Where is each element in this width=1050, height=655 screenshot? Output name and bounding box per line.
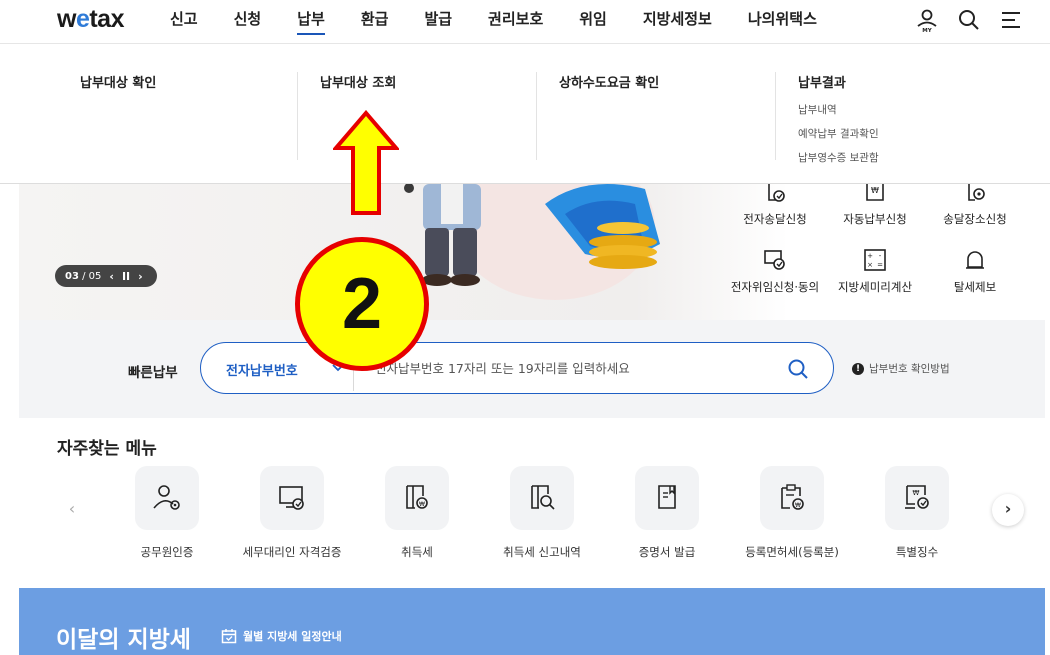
quick-tax-calculator[interactable]: + - × = 지방세미리계산 — [825, 248, 925, 295]
annotation-up-arrow — [333, 110, 399, 215]
submenu-column-3: 상하수도요금 확인 — [559, 72, 776, 160]
submenu-payment-target-check[interactable]: 납부대상 확인 — [80, 72, 297, 91]
my-user-icon[interactable]: MY — [914, 7, 940, 34]
menu-delegation[interactable]: 위임 — [579, 0, 607, 44]
carousel-next-button[interactable]: › — [992, 494, 1024, 526]
menu-report[interactable]: 신고 — [170, 0, 198, 44]
menu-refund[interactable]: 환급 — [361, 0, 389, 44]
payment-number-input[interactable] — [375, 355, 775, 381]
quick-delivery-place[interactable]: 송달장소신청 — [925, 180, 1025, 227]
menu-rights-protection[interactable]: 권리보호 — [488, 0, 543, 44]
submenu-column-1: 납부대상 확인 — [80, 72, 298, 160]
frequent-menu-title: 자주찾는 메뉴 — [57, 439, 157, 459]
carousel-prev-button[interactable]: ‹ — [56, 494, 88, 526]
svg-text:-: - — [879, 252, 882, 260]
svg-text:₩: ₩ — [795, 502, 801, 509]
submenu-payment-target-lookup[interactable]: 납부대상 조회 — [320, 72, 536, 91]
submenu-scheduled-payment-result[interactable]: 예약납부 결과확인 — [798, 126, 998, 141]
quick-tax-evasion-report[interactable]: 탈세제보 — [925, 248, 1025, 295]
acquisition-report-icon — [531, 485, 555, 510]
menu-my-wetax[interactable]: 나의위택스 — [748, 0, 817, 44]
slide-prev-button[interactable]: ‹ — [109, 270, 114, 283]
annotation-step-badge: 2 — [295, 237, 429, 371]
fav-acquisition-report-history[interactable]: 취득세 신고내역 — [477, 466, 607, 560]
svg-text:₩: ₩ — [419, 501, 425, 508]
calculator-icon: + -× = — [864, 249, 886, 271]
menu-payment[interactable]: 납부 — [297, 0, 325, 44]
slide-pause-button[interactable]: II — [122, 270, 130, 283]
quick-e-delivery[interactable]: 전자송달신청 — [725, 180, 825, 227]
svg-text:×: × — [867, 261, 873, 269]
bell-icon — [966, 251, 984, 269]
fav-certificate-issue[interactable]: 증명서 발급 — [602, 466, 732, 560]
main-menu: 신고 신청 납부 환급 발급 권리보호 위임 지방세정보 나의위택스 — [170, 0, 853, 44]
certificate-icon — [658, 485, 676, 509]
tax-agent-verify-icon — [279, 486, 304, 510]
calendar-icon — [221, 629, 237, 644]
svg-text:=: = — [877, 261, 883, 269]
svg-text:₩: ₩ — [913, 489, 920, 497]
menu-issue[interactable]: 발급 — [424, 0, 452, 44]
submenu-payment-result[interactable]: 납부결과 — [798, 72, 998, 91]
slide-next-button[interactable]: › — [138, 270, 143, 283]
official-cert-icon — [153, 485, 180, 510]
fav-registration-license-tax[interactable]: ₩ 등록면허세(등록분) — [727, 466, 857, 560]
hero-illustration — [404, 184, 660, 286]
submenu-column-4: 납부결과 납부내역 예약납부 결과확인 납부영수증 보관함 — [798, 72, 998, 164]
submenu-receipt-storage[interactable]: 납부영수증 보관함 — [798, 150, 998, 165]
fav-tax-agent-verify[interactable]: 세무대리인 자격검증 — [227, 466, 357, 560]
svg-text:+: + — [867, 252, 873, 260]
quick-auto-pay[interactable]: ₩ 자동납부신청 — [825, 180, 925, 227]
menu-local-tax-info[interactable]: 지방세정보 — [643, 0, 712, 44]
fav-special-collection[interactable]: ₩ 특별징수 — [852, 466, 982, 560]
payment-number-type-select[interactable]: 전자납부번호 — [226, 360, 298, 379]
submenu-payment-history[interactable]: 납부내역 — [798, 102, 998, 117]
slide-total: / 05 — [82, 270, 102, 282]
fast-pay-label: 빠른납부 — [128, 365, 178, 381]
menu-apply[interactable]: 신청 — [234, 0, 262, 44]
slide-current: 03 — [65, 270, 79, 282]
monthly-local-tax-title: 이달의 지방세 — [56, 627, 191, 653]
top-navigation: wetax 신고 신청 납부 환급 발급 권리보호 위임 지방세정보 나의위택스… — [0, 0, 1050, 44]
monthly-schedule-link[interactable]: 월별 지방세 일정안내 — [221, 628, 342, 644]
hamburger-menu-icon[interactable] — [998, 7, 1024, 33]
info-icon: ! — [852, 362, 864, 375]
hero-slider-control: 03 / 05 ‹ II › — [55, 265, 157, 287]
wetax-logo[interactable]: wetax — [57, 5, 124, 34]
special-collection-icon: ₩ — [905, 485, 929, 509]
fav-official-cert[interactable]: 공무원인증 — [102, 466, 232, 560]
fav-acquisition-tax[interactable]: ₩ 취득세 — [352, 466, 482, 560]
search-icon[interactable] — [956, 7, 982, 33]
submenu-water-fee-check[interactable]: 상하수도요금 확인 — [559, 72, 775, 91]
payment-number-help-link[interactable]: ! 납부번호 확인방법 — [852, 361, 950, 376]
e-delegation-icon — [764, 250, 785, 270]
quick-e-delegation[interactable]: 전자위임신청·동의 — [725, 248, 825, 295]
payment-submenu: 납부대상 확인 납부대상 조회 상하수도요금 확인 납부결과 납부내역 예약납부… — [0, 44, 1050, 184]
svg-text:₩: ₩ — [871, 186, 879, 195]
acquisition-tax-icon: ₩ — [406, 485, 428, 509]
registration-tax-icon: ₩ — [781, 484, 804, 510]
search-icon[interactable] — [787, 358, 809, 380]
svg-text:MY: MY — [922, 28, 932, 33]
